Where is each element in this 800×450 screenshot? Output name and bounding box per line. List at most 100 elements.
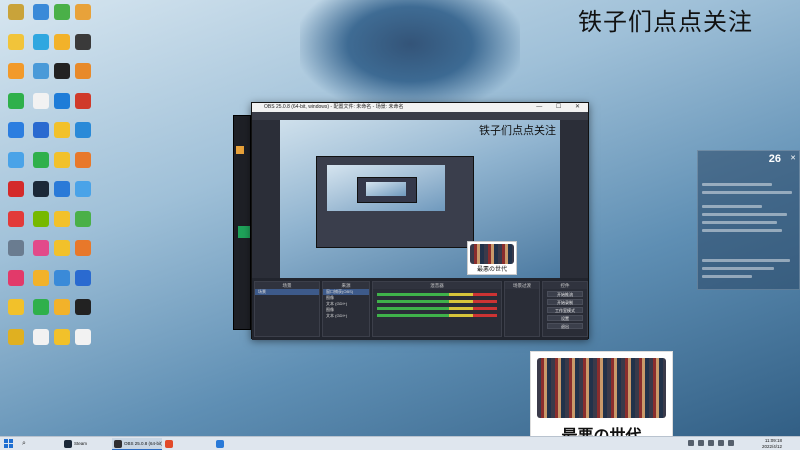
- app-icon: [75, 240, 91, 256]
- app-icon: [75, 210, 91, 227]
- app-icon: [33, 269, 49, 286]
- mixer-panel[interactable]: 混音器: [372, 281, 502, 337]
- taskbar-app-label: Steam: [74, 441, 88, 446]
- transitions-header: 场景过渡: [505, 282, 539, 289]
- widget-text-line: [702, 183, 772, 186]
- app-icon: [64, 440, 72, 448]
- system-tray-icons[interactable]: [688, 440, 734, 446]
- taskbar-app[interactable]: Steam: [62, 438, 110, 450]
- desktop-icon[interactable]: [70, 268, 96, 297]
- mixer-header: 混音器: [373, 282, 501, 289]
- obs-menubar[interactable]: [252, 112, 588, 120]
- controls-header: 控件: [543, 282, 587, 289]
- widget-text-line: [702, 275, 752, 278]
- desktop-icon-label: [68, 139, 98, 149]
- obs-window[interactable]: OBS 25.0.8 (64-bit, windows) - 配置文件: 未命名…: [251, 102, 589, 340]
- app-icon: [33, 33, 49, 50]
- taskbar-app[interactable]: OBS 25.0.8 (64-bit)...: [112, 438, 162, 450]
- window-title: OBS 25.0.8 (64-bit, windows) - 配置文件: 未命名…: [264, 104, 404, 110]
- poster-image: [469, 243, 515, 264]
- app-icon: [54, 63, 70, 79]
- app-icon: [8, 269, 24, 286]
- obs-titlebar[interactable]: OBS 25.0.8 (64-bit, windows) - 配置文件: 未命名…: [252, 103, 588, 112]
- widget-text-line: [702, 267, 774, 270]
- desktop-icon-label: [68, 228, 98, 238]
- desktop-icon[interactable]: [70, 238, 96, 267]
- start-streaming-button[interactable]: 开始推流: [547, 291, 583, 297]
- app-icon: [33, 210, 49, 227]
- app-icon: [8, 33, 24, 50]
- desktop-icon[interactable]: [70, 91, 96, 120]
- close-icon[interactable]: ✕: [790, 154, 796, 162]
- desktop-icon[interactable]: [70, 2, 96, 31]
- app-icon: [33, 63, 49, 79]
- desktop-icon[interactable]: [70, 32, 96, 61]
- transitions-panel[interactable]: 场景过渡: [504, 281, 540, 337]
- taskbar-app[interactable]: [214, 438, 262, 450]
- desktop-icon[interactable]: [70, 61, 96, 90]
- poster-preview: 最悪の世代: [467, 241, 517, 275]
- taskbar: ⌕ Steam OBS 25.0.8 (64-bit)... 11:09:18 2…: [0, 436, 800, 450]
- nested-preview-2: [366, 182, 406, 196]
- scenes-header: 场景: [255, 282, 319, 289]
- widget-text-line: [702, 229, 782, 232]
- app-icon: [75, 63, 91, 79]
- desktop-icon-label: [68, 169, 98, 179]
- app-icon: [75, 181, 91, 197]
- desktop-icon[interactable]: [70, 179, 96, 208]
- app-icon: [75, 92, 91, 109]
- desktop-icon-label: [68, 287, 98, 297]
- widget-text-line: [702, 221, 777, 224]
- scenes-panel[interactable]: 场景 场景: [254, 281, 320, 337]
- side-widget[interactable]: 26 ✕: [697, 150, 800, 290]
- background-window[interactable]: [233, 115, 251, 330]
- preview-overlay-text: 铁子们点点关注: [479, 124, 556, 137]
- app-icon: [8, 181, 24, 197]
- app-icon: [54, 33, 70, 50]
- desktop-icon-label: [68, 21, 98, 31]
- app-icon: [8, 92, 24, 109]
- desktop-icon-label: [68, 316, 98, 326]
- desktop-icon[interactable]: [70, 209, 96, 238]
- search-icon[interactable]: ⌕: [22, 440, 32, 448]
- app-icon: [54, 151, 70, 168]
- app-icon: [8, 210, 24, 227]
- scene-item[interactable]: 场景: [255, 289, 319, 295]
- app-icon: [54, 181, 70, 197]
- app-icon: [8, 240, 24, 256]
- desktop-icon[interactable]: [70, 297, 96, 326]
- windows-start-icon[interactable]: [4, 439, 13, 448]
- app-icon: [216, 440, 224, 448]
- settings-button[interactable]: 设置: [547, 315, 583, 321]
- taskbar-app[interactable]: [163, 438, 211, 450]
- controls-panel[interactable]: 控件 开始推流 开始录制 工作室模式 设置 退出: [542, 281, 588, 337]
- system-clock[interactable]: 11:09:18 2022/4/12: [762, 438, 782, 450]
- source-item[interactable]: 文本 (GDI+): [323, 313, 369, 319]
- app-icon: [75, 269, 91, 286]
- app-icon: [75, 151, 91, 168]
- app-icon: [8, 299, 24, 315]
- sources-panel[interactable]: 来源 窗口捕获(OBS) 图像 文本 (GDI+) 图像 文本 (GDI+): [322, 281, 370, 337]
- app-icon: [75, 4, 91, 20]
- app-icon: [238, 226, 250, 238]
- studio-mode-button[interactable]: 工作室模式: [547, 307, 583, 313]
- sources-header: 来源: [323, 282, 369, 289]
- audio-meter: [377, 300, 497, 303]
- app-icon: [33, 4, 49, 20]
- desktop-icon-label: [68, 198, 98, 208]
- app-icon: [54, 92, 70, 109]
- start-recording-button[interactable]: 开始录制: [547, 299, 583, 305]
- exit-button[interactable]: 退出: [547, 323, 583, 329]
- window-controls[interactable]: — ☐ ✕: [536, 103, 586, 112]
- desktop-icon-label: [68, 346, 98, 356]
- obs-preview[interactable]: 铁子们点点关注 最悪の世代: [280, 120, 560, 278]
- app-icon: [54, 240, 70, 256]
- app-icon: [75, 33, 91, 50]
- desktop-icon[interactable]: [70, 150, 96, 179]
- app-icon: [8, 122, 24, 138]
- widget-text-line: [702, 213, 787, 216]
- app-icon: [114, 440, 122, 448]
- app-icon: [33, 328, 49, 345]
- desktop-icon[interactable]: [70, 120, 96, 149]
- desktop-icon[interactable]: [70, 327, 96, 356]
